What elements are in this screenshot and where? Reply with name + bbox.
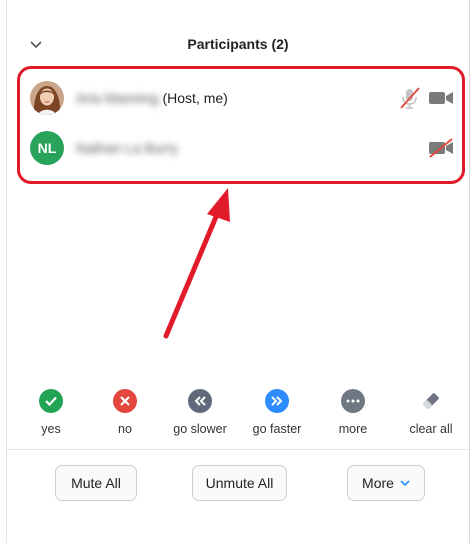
fast-forward-icon xyxy=(271,396,283,406)
participant-row[interactable]: NL Nathan La Burry xyxy=(20,128,462,168)
participant-role: (Host, me) xyxy=(162,90,228,106)
participant-name: Aria Manning (Host, me) xyxy=(76,90,228,106)
mic-muted-icon[interactable] xyxy=(398,86,422,110)
reaction-label: go faster xyxy=(252,422,302,436)
divider xyxy=(7,449,469,450)
reaction-label: more xyxy=(338,422,368,436)
ellipsis-icon xyxy=(346,399,360,403)
participant-controls xyxy=(398,86,454,110)
nonverbal-feedback-bar: yes no go slower go faster more clear al… xyxy=(7,385,469,445)
participant-row[interactable]: Aria Manning (Host, me) xyxy=(20,78,462,118)
reaction-more[interactable]: more xyxy=(313,385,393,436)
reaction-clear-all[interactable]: clear all xyxy=(391,385,471,436)
video-off-icon[interactable] xyxy=(428,138,454,158)
participant-name-blurred: Aria Manning xyxy=(76,90,159,106)
avatar: NL xyxy=(30,131,64,165)
eraser-icon xyxy=(423,393,439,409)
rewind-icon xyxy=(194,396,206,406)
reaction-label: go slower xyxy=(173,422,227,436)
reaction-no[interactable]: no xyxy=(85,385,165,436)
panel-title: Participants (2) xyxy=(187,36,289,52)
more-button[interactable]: More xyxy=(347,465,425,501)
unmute-all-button[interactable]: Unmute All xyxy=(192,465,287,501)
participant-list-highlight: Aria Manning (Host, me) NL Nathan La Bur… xyxy=(17,66,465,184)
reaction-go-slower[interactable]: go slower xyxy=(160,385,240,436)
participants-panel: Participants (2) Aria Manning (Host, me) xyxy=(6,0,470,543)
reaction-go-faster[interactable]: go faster xyxy=(237,385,317,436)
check-icon xyxy=(45,396,57,407)
participant-name-blurred: Nathan La Burry xyxy=(76,140,178,156)
participant-controls xyxy=(428,138,454,158)
reaction-label: clear all xyxy=(409,422,453,436)
avatar xyxy=(30,81,64,115)
x-icon xyxy=(120,396,130,406)
chevron-down-icon xyxy=(400,479,410,486)
reaction-label: no xyxy=(118,422,132,436)
more-button-label: More xyxy=(362,475,394,491)
mute-all-button[interactable]: Mute All xyxy=(55,465,137,501)
reaction-label: yes xyxy=(41,422,61,436)
participant-name: Nathan La Burry xyxy=(76,140,182,156)
reaction-yes[interactable]: yes xyxy=(11,385,91,436)
video-camera-icon[interactable] xyxy=(428,89,454,107)
